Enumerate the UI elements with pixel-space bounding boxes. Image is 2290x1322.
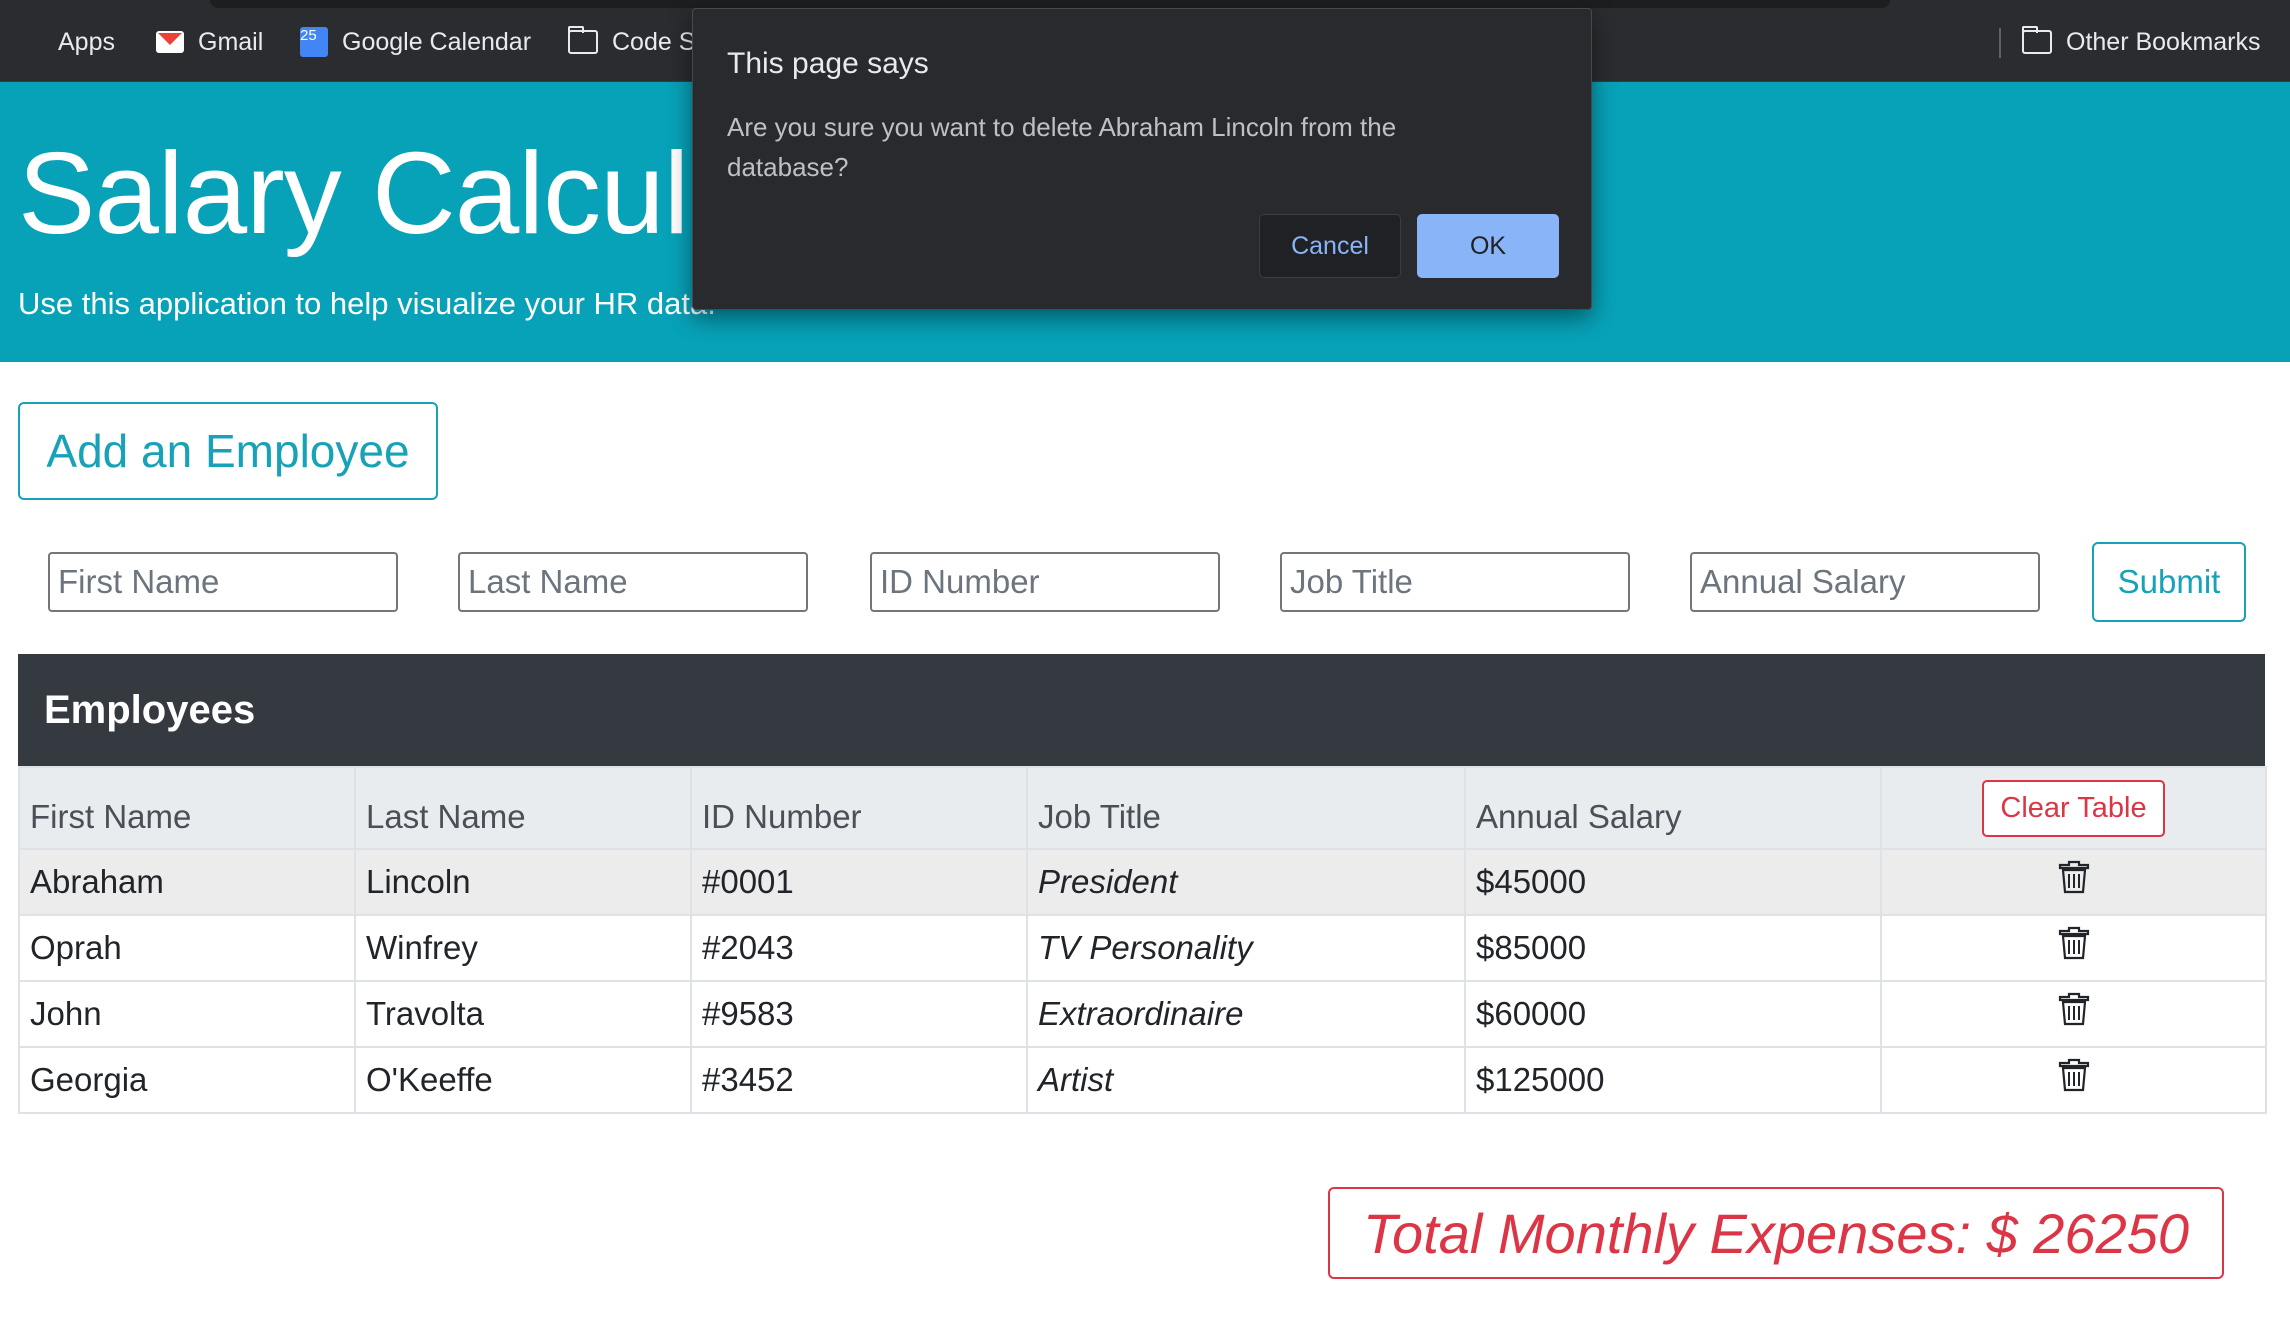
table-row: John Travolta #9583 Extraordinaire $6000… [18, 980, 2267, 1048]
table-row: Georgia O'Keeffe #3452 Artist $125000 [18, 1046, 2267, 1114]
add-employee-button[interactable]: Add an Employee [18, 402, 438, 500]
cell-annual-salary: $125000 [1464, 1046, 1882, 1114]
omnibox-strip [210, 0, 1890, 8]
cell-id-number: #3452 [690, 1046, 1028, 1114]
bookmark-gmail[interactable]: Gmail [156, 24, 263, 60]
bookmark-label: Google Calendar [342, 27, 532, 56]
folder-icon [568, 26, 598, 54]
confirm-dialog: This page says Are you sure you want to … [692, 8, 1592, 310]
cell-delete [1880, 914, 2267, 982]
column-header-actions: Clear Table [1880, 766, 2267, 850]
annual-salary-input[interactable] [1690, 552, 2040, 612]
trash-icon[interactable] [2058, 1057, 2090, 1093]
submit-button[interactable]: Submit [2092, 542, 2246, 622]
cell-last-name: Winfrey [354, 914, 692, 982]
bookmark-other-bookmarks[interactable]: Other Bookmarks [2022, 24, 2261, 60]
page-subtitle: Use this application to help visualize y… [18, 286, 716, 321]
column-header-id-number: ID Number [690, 766, 1028, 850]
bookmark-label: Gmail [198, 27, 264, 56]
dialog-title: This page says [727, 47, 929, 80]
column-header-annual-salary: Annual Salary [1464, 766, 1882, 850]
employees-table: First Name Last Name ID Number Job Title… [18, 766, 2267, 1114]
first-name-input[interactable] [48, 552, 398, 612]
trash-icon[interactable] [2058, 925, 2090, 961]
bookmark-apps[interactable]: Apps [18, 24, 115, 60]
page-title: Salary Calcul [18, 128, 689, 258]
cell-last-name: Lincoln [354, 848, 692, 916]
cell-job-title: Extraordinaire [1026, 980, 1466, 1048]
column-header-first-name: First Name [18, 766, 356, 850]
dialog-message: Are you sure you want to delete Abraham … [727, 112, 1397, 182]
last-name-input[interactable] [458, 552, 808, 612]
job-title-input[interactable] [1280, 552, 1630, 612]
table-header-row: First Name Last Name ID Number Job Title… [18, 766, 2267, 850]
trash-icon[interactable] [2058, 991, 2090, 1027]
dialog-ok-button[interactable]: OK [1417, 214, 1559, 278]
column-header-job-title: Job Title [1026, 766, 1466, 850]
cell-last-name: Travolta [354, 980, 692, 1048]
cell-last-name: O'Keeffe [354, 1046, 692, 1114]
cell-annual-salary: $45000 [1464, 848, 1882, 916]
table-row: Oprah Winfrey #2043 TV Personality $8500… [18, 914, 2267, 982]
column-header-last-name: Last Name [354, 766, 692, 850]
gmail-icon [156, 31, 184, 53]
bookmark-label: Code S [612, 27, 696, 56]
cell-first-name: Georgia [18, 1046, 356, 1114]
total-monthly-expenses: Total Monthly Expenses: $ 26250 [1328, 1187, 2224, 1279]
bookmarks-divider [1999, 28, 2001, 58]
table-row: Abraham Lincoln #0001 President $45000 [18, 848, 2267, 916]
cell-id-number: #0001 [690, 848, 1028, 916]
cell-delete [1880, 1046, 2267, 1114]
bookmark-label: Apps [58, 27, 115, 56]
dialog-cancel-button[interactable]: Cancel [1259, 214, 1401, 278]
bookmark-google-calendar[interactable]: 25 Google Calendar [300, 24, 531, 60]
bookmark-code-folder[interactable]: Code S [568, 24, 695, 60]
cell-job-title: Artist [1026, 1046, 1466, 1114]
apps-grid-icon [18, 29, 44, 55]
employees-heading: Employees [18, 654, 2265, 766]
calendar-icon: 25 [300, 27, 328, 57]
cell-delete [1880, 848, 2267, 916]
clear-table-button[interactable]: Clear Table [1982, 779, 2165, 837]
cell-annual-salary: $85000 [1464, 914, 1882, 982]
cell-annual-salary: $60000 [1464, 980, 1882, 1048]
cell-id-number: #2043 [690, 914, 1028, 982]
id-number-input[interactable] [870, 552, 1220, 612]
cell-first-name: Abraham [18, 848, 356, 916]
cell-first-name: John [18, 980, 356, 1048]
cell-delete [1880, 980, 2267, 1048]
cell-id-number: #9583 [690, 980, 1028, 1048]
folder-icon [2022, 26, 2052, 54]
bookmark-label: Other Bookmarks [2066, 27, 2261, 56]
calendar-icon-date: 25 [300, 27, 317, 44]
cell-job-title: President [1026, 848, 1466, 916]
trash-icon[interactable] [2058, 859, 2090, 895]
cell-job-title: TV Personality [1026, 914, 1466, 982]
cell-first-name: Oprah [18, 914, 356, 982]
